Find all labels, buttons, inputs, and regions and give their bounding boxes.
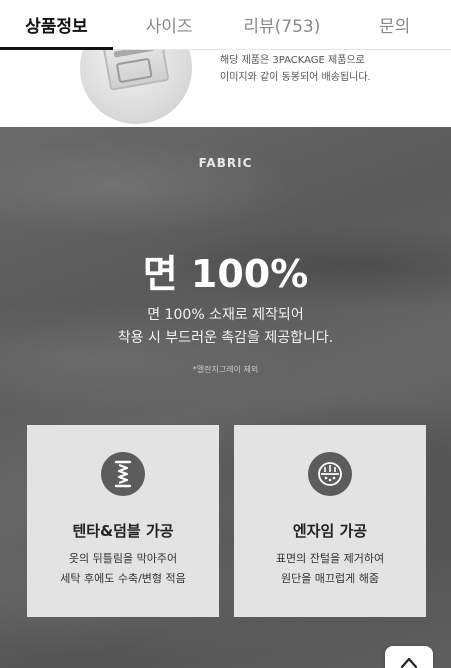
- tab-reviews[interactable]: 리뷰(753): [226, 0, 339, 49]
- feature-card-desc-line2: 세탁 후에도 수축/변형 적음: [60, 572, 186, 585]
- package-illustration: [102, 50, 170, 91]
- fabric-label: FABRIC: [198, 156, 253, 170]
- feature-card-desc: 표면의 잔털을 제거하여 원단을 매끄럽게 해줌: [234, 549, 426, 589]
- product-tab-bar: 상품정보 사이즈 리뷰(753) 문의: [0, 0, 451, 50]
- feature-card-desc-line2: 원단을 매끄럽게 해줌: [280, 572, 380, 585]
- fabric-note: *멜란지그레이 제외: [192, 365, 259, 374]
- feature-card-desc-line1: 표면의 잔털을 제거하여: [275, 552, 385, 565]
- fabric-title: 면 100%: [142, 252, 309, 296]
- scroll-to-top-button[interactable]: [385, 646, 433, 668]
- enzyme-icon: [308, 452, 352, 496]
- tab-product-info[interactable]: 상품정보: [0, 0, 113, 50]
- feature-card-title: 텐타&덤블 가공: [72, 522, 174, 540]
- fabric-desc-line1: 면 100% 소재로 제작되어: [147, 307, 304, 323]
- feature-card-title: 엔자임 가공: [292, 522, 368, 540]
- package-notice: 해당 제품은 3PACKAGE 제품으로 이미지와 같이 동봉되어 배송됩니다.: [220, 52, 371, 86]
- fabric-description: 면 100% 소재로 제작되어 착용 시 부드러운 촉감을 제공합니다.: [0, 304, 451, 350]
- package-notice-line2: 이미지와 같이 동봉되어 배송됩니다.: [220, 72, 371, 83]
- feature-card-enzyme: 엔자임 가공 표면의 잔털을 제거하여 원단을 매끄럽게 해줌: [234, 425, 426, 617]
- package-notice-section: 해당 제품은 3PACKAGE 제품으로 이미지와 같이 동봉되어 배송됩니다.: [0, 50, 451, 127]
- fabric-desc-line2: 착용 시 부드러운 촉감을 제공합니다.: [117, 330, 334, 346]
- package-product-image: [80, 50, 192, 124]
- package-notice-line1: 해당 제품은 3PACKAGE 제품으로: [220, 55, 365, 66]
- feature-card-desc-line1: 옷의 뒤틀림을 막아주어: [68, 552, 178, 565]
- feature-card-tenter: 텐타&덤블 가공 옷의 뒤틀림을 막아주어 세탁 후에도 수축/변형 적음: [27, 425, 219, 617]
- feature-card-desc: 옷의 뒤틀림을 막아주어 세탁 후에도 수축/변형 적음: [27, 549, 219, 589]
- tab-size[interactable]: 사이즈: [113, 0, 226, 49]
- tab-inquiry[interactable]: 문의: [338, 0, 451, 49]
- fabric-section: FABRIC 면 100% 면 100% 소재로 제작되어 착용 시 부드러운 …: [0, 127, 451, 668]
- thread-icon: [101, 452, 145, 496]
- arrow-up-icon: [400, 657, 418, 668]
